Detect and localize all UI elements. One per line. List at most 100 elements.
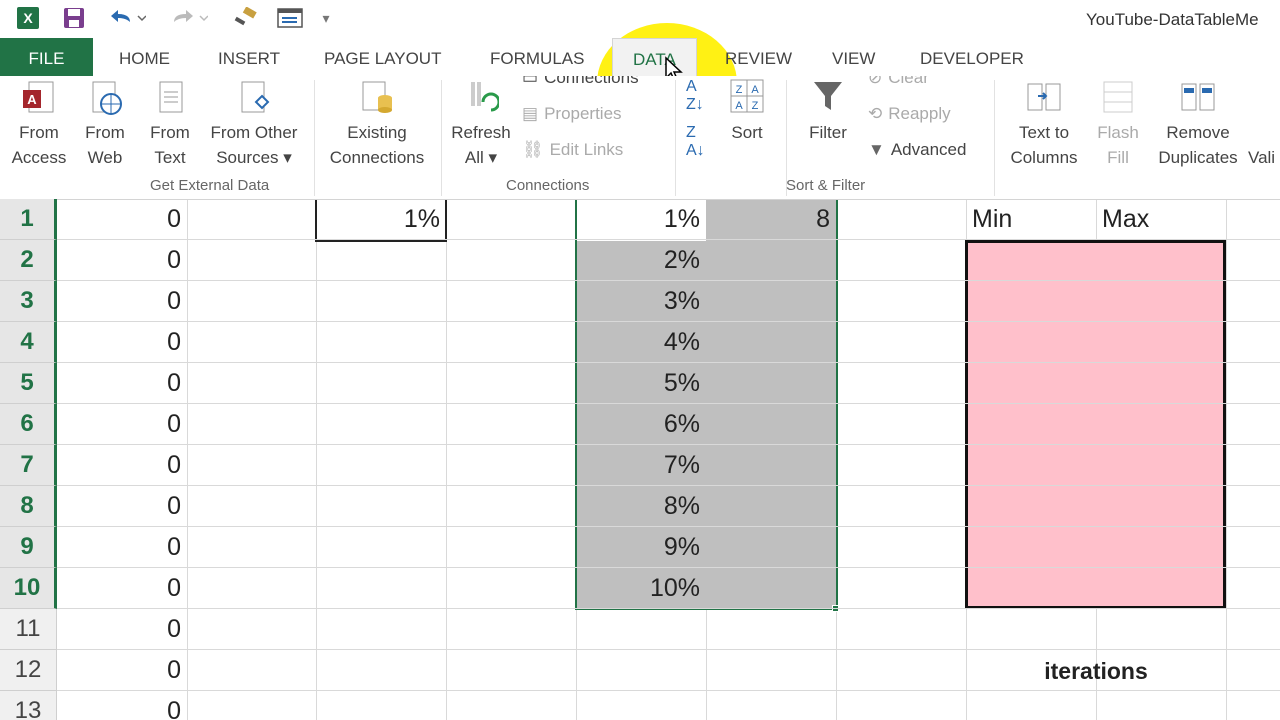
- svg-text:X: X: [23, 10, 33, 26]
- cell-col-a[interactable]: 0: [57, 199, 187, 240]
- cell-col-a[interactable]: 0: [57, 404, 187, 445]
- reapply-button[interactable]: ⟲ Reapply: [868, 104, 951, 124]
- row-header[interactable]: 2: [0, 240, 57, 281]
- min-max-range[interactable]: [965, 240, 1226, 609]
- row-header[interactable]: 12: [0, 650, 57, 691]
- cell-col-a[interactable]: 0: [57, 240, 187, 281]
- ribbon: A From Access From Web From Text From Ot…: [0, 76, 1280, 200]
- document-title: YouTube-DataTableMe: [1086, 10, 1259, 29]
- row-header[interactable]: 3: [0, 281, 57, 322]
- tab-insert[interactable]: INSERT: [218, 38, 280, 76]
- from-text-button[interactable]: From Text: [142, 78, 198, 170]
- access-icon: A: [21, 78, 57, 116]
- properties-button[interactable]: ▤ Properties: [522, 104, 622, 124]
- tab-view[interactable]: VIEW: [832, 38, 875, 76]
- worksheet-grid[interactable]: 1 0 1% 2 0 2% 3 0 3% 4 0 4% 5 0 5% 6 0 6% 7 0 7% 8 0 8% 9 0 9% 10 0 1…: [0, 199, 1280, 720]
- row-header[interactable]: 11: [0, 609, 57, 650]
- sort-az-icon[interactable]: A Z↓: [686, 78, 704, 114]
- save-icon[interactable]: [60, 6, 88, 30]
- clear-button[interactable]: ⊘ Clear: [868, 76, 929, 88]
- from-other-sources-button[interactable]: From Other Sources ▾: [204, 78, 304, 170]
- iterations-label[interactable]: iterations: [966, 651, 1226, 692]
- sort-za-icon[interactable]: Z A↓: [686, 124, 705, 160]
- tab-file[interactable]: FILE: [0, 38, 93, 76]
- cell-col-a[interactable]: 0: [57, 527, 187, 568]
- cell-col-a[interactable]: 0: [57, 609, 187, 650]
- data-table-rate-cell[interactable]: 9%: [576, 527, 706, 568]
- cell-col-a[interactable]: 0: [57, 445, 187, 486]
- form-icon[interactable]: [275, 6, 305, 30]
- ribbon-tabs: FILE HOME INSERT PAGE LAYOUT FORMULAS DA…: [0, 23, 1280, 143]
- sort-button[interactable]: ZAAZ Sort: [720, 78, 774, 145]
- row-header[interactable]: 9: [0, 527, 57, 568]
- cell-col-a[interactable]: 0: [57, 486, 187, 527]
- group-label-get-external-data: Get External Data: [150, 177, 270, 194]
- tab-developer[interactable]: DEVELOPER: [920, 38, 1024, 76]
- text-to-columns-button[interactable]: Text to Columns: [1002, 78, 1086, 170]
- row-header[interactable]: 4: [0, 322, 57, 363]
- tab-formulas[interactable]: FORMULAS: [490, 38, 584, 76]
- min-label[interactable]: Min: [972, 199, 1096, 240]
- gridline: [446, 200, 447, 720]
- input-cell[interactable]: 1%: [316, 199, 446, 240]
- remove-duplicates-icon: [1180, 78, 1216, 116]
- group-label-sort-filter: Sort & Filter: [786, 177, 866, 194]
- advanced-button[interactable]: ▼ Advanced: [868, 140, 966, 160]
- connections-button[interactable]: ▭ Connections: [522, 76, 639, 88]
- properties-icon: ▤: [522, 104, 539, 123]
- data-table-result-cell[interactable]: 8: [706, 199, 836, 240]
- data-table-rate-cell[interactable]: 6%: [576, 404, 706, 445]
- tab-home[interactable]: HOME: [119, 38, 170, 76]
- edit-links-button[interactable]: ⛓ Edit Links: [522, 140, 623, 160]
- data-table-rate-cell[interactable]: 2%: [576, 240, 706, 281]
- cell-col-a[interactable]: 0: [57, 363, 187, 404]
- svg-text:Z: Z: [752, 100, 759, 112]
- row-header[interactable]: 1: [0, 199, 57, 240]
- group-separator: [314, 80, 315, 196]
- data-table-rate-cell[interactable]: 3%: [576, 281, 706, 322]
- svg-text:A: A: [751, 84, 759, 96]
- data-table-rate-cell[interactable]: 1%: [576, 199, 706, 240]
- cell-col-a[interactable]: 0: [57, 650, 187, 691]
- advanced-filter-icon: ▼: [868, 140, 885, 159]
- data-table-rate-cell[interactable]: 7%: [576, 445, 706, 486]
- remove-duplicates-button[interactable]: Remove Duplicates: [1152, 78, 1244, 170]
- tab-review[interactable]: REVIEW: [725, 38, 792, 76]
- connections-icon: ▭: [522, 76, 539, 87]
- refresh-all-button[interactable]: Refresh All ▾: [448, 78, 514, 170]
- undo-icon[interactable]: [104, 6, 148, 30]
- title-bar: X ▾ YouTube-DataTableMe: [0, 0, 1280, 38]
- existing-connections-icon: [359, 78, 395, 116]
- max-label[interactable]: Max: [1102, 199, 1226, 240]
- cell-col-a[interactable]: 0: [57, 281, 187, 322]
- group-separator: [441, 80, 442, 196]
- filter-button[interactable]: Filter: [800, 78, 856, 145]
- format-painter-icon[interactable]: [230, 6, 260, 30]
- flash-fill-icon: [1100, 78, 1136, 116]
- redo-icon[interactable]: [166, 6, 210, 30]
- row-header[interactable]: 5: [0, 363, 57, 404]
- gridline: [316, 200, 317, 720]
- customize-icon[interactable]: ▾: [318, 6, 334, 30]
- row-header[interactable]: 8: [0, 486, 57, 527]
- data-table-rate-cell[interactable]: 10%: [576, 568, 706, 609]
- data-table-rate-cell[interactable]: 8%: [576, 486, 706, 527]
- from-web-button[interactable]: From Web: [76, 78, 134, 170]
- cell-col-a[interactable]: 0: [57, 568, 187, 609]
- existing-connections-button[interactable]: Existing Connections: [322, 78, 432, 170]
- group-label-connections: Connections: [506, 177, 590, 194]
- tab-page-layout[interactable]: PAGE LAYOUT: [324, 38, 441, 76]
- row-header[interactable]: 13: [0, 691, 57, 720]
- row-header[interactable]: 6: [0, 404, 57, 445]
- flash-fill-button[interactable]: Flash Fill: [1092, 78, 1144, 170]
- from-access-button[interactable]: A From Access: [8, 78, 70, 170]
- row-header[interactable]: 10: [0, 568, 57, 609]
- tab-data[interactable]: DATA: [612, 38, 697, 76]
- data-table-rate-cell[interactable]: 4%: [576, 322, 706, 363]
- row-header[interactable]: 7: [0, 445, 57, 486]
- cell-col-a[interactable]: 0: [57, 691, 187, 720]
- data-table-rate-cell[interactable]: 5%: [576, 363, 706, 404]
- data-validation-button[interactable]: Vali: [1248, 78, 1280, 170]
- cell-col-a[interactable]: 0: [57, 322, 187, 363]
- refresh-icon: [463, 78, 501, 116]
